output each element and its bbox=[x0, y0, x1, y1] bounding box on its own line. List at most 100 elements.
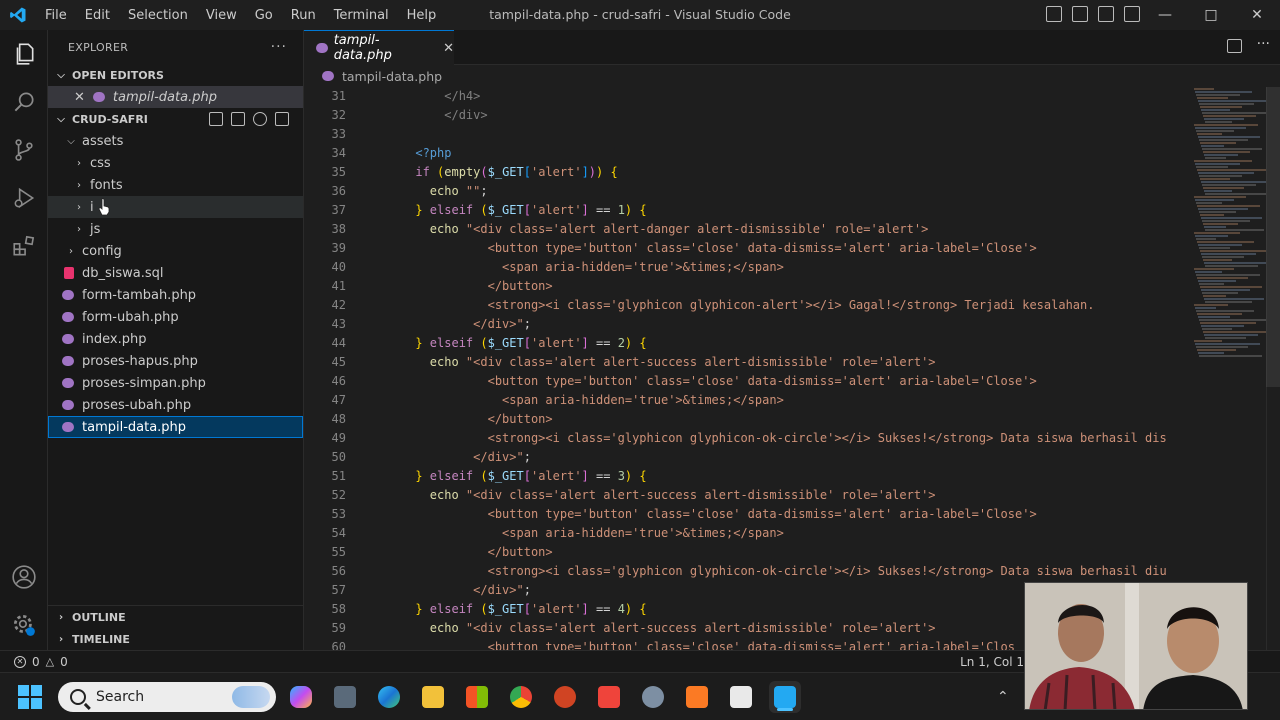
code-line[interactable]: </div> bbox=[372, 106, 1185, 125]
code-line[interactable]: echo "<div class='alert alert-danger ale… bbox=[372, 220, 1185, 239]
close-window-button[interactable]: ✕ bbox=[1234, 0, 1280, 30]
menu-terminal[interactable]: Terminal bbox=[325, 8, 398, 23]
customize-layout-icon[interactable] bbox=[1124, 6, 1140, 22]
code-line[interactable]: } elseif ($_GET['alert'] == 3) { bbox=[372, 467, 1185, 486]
code-line[interactable]: </div>"; bbox=[372, 315, 1185, 334]
split-editor-icon[interactable] bbox=[1227, 39, 1242, 53]
account-icon[interactable] bbox=[0, 553, 48, 601]
code-line[interactable]: <span aria-hidden='true'>&times;</span> bbox=[372, 391, 1185, 410]
powerpoint-icon[interactable] bbox=[549, 681, 581, 713]
collapse-all-icon[interactable] bbox=[275, 112, 289, 126]
run-debug-icon[interactable] bbox=[0, 174, 48, 222]
extensions-icon[interactable] bbox=[0, 222, 48, 270]
menu-help[interactable]: Help bbox=[398, 8, 446, 23]
code-line[interactable]: <button type='button' class='close' data… bbox=[372, 372, 1185, 391]
tree-folder-config[interactable]: › config bbox=[48, 240, 303, 262]
more-actions-icon[interactable]: ··· bbox=[1257, 36, 1270, 52]
tree-file-proses-hapus[interactable]: proses-hapus.php bbox=[48, 350, 303, 372]
notepad-icon[interactable] bbox=[725, 681, 757, 713]
settings-icon[interactable] bbox=[637, 681, 669, 713]
tree-file-tampil-data[interactable]: tampil-data.php bbox=[48, 416, 303, 438]
refresh-icon[interactable] bbox=[253, 112, 267, 126]
menu-file[interactable]: File bbox=[36, 8, 76, 23]
open-editor-item[interactable]: ✕ tampil-data.php bbox=[48, 86, 303, 108]
code-line[interactable]: </button> bbox=[372, 277, 1185, 296]
minimize-button[interactable]: — bbox=[1142, 0, 1188, 30]
problems-indicator[interactable]: ✕ 0 △ 0 bbox=[0, 655, 68, 669]
code-line[interactable]: </h4> bbox=[372, 87, 1185, 106]
code-editor[interactable]: 31 32 33 34 35 36 37 38 39 40 41 42 43 44 45 46 47 48 49 50… bbox=[304, 87, 1280, 650]
code-line[interactable]: <button type='button' class='close' data… bbox=[372, 239, 1185, 258]
new-folder-icon[interactable] bbox=[231, 112, 245, 126]
explorer-icon[interactable] bbox=[0, 30, 48, 78]
tree-file-form-tambah[interactable]: form-tambah.php bbox=[48, 284, 303, 306]
close-tab-icon[interactable]: ✕ bbox=[443, 41, 454, 56]
menu-go[interactable]: Go bbox=[246, 8, 282, 23]
tree-folder-assets[interactable]: ⌵ assets bbox=[48, 130, 303, 152]
open-editors-section[interactable]: ⌵ OPEN EDITORS bbox=[48, 64, 303, 86]
source-control-icon[interactable] bbox=[0, 126, 48, 174]
code-line[interactable]: if (empty($_GET['alert'])) { bbox=[372, 163, 1185, 182]
minimap[interactable] bbox=[1194, 87, 1270, 387]
code-line[interactable]: <?php bbox=[372, 144, 1185, 163]
project-section[interactable]: ⌵ CRUD-SAFRI bbox=[48, 108, 303, 130]
xampp-icon[interactable] bbox=[681, 681, 713, 713]
chrome-icon[interactable] bbox=[505, 681, 537, 713]
code-line[interactable]: <strong><i class='glyphicon glyphicon-al… bbox=[372, 296, 1185, 315]
menu-edit[interactable]: Edit bbox=[76, 8, 119, 23]
tree-folder-js[interactable]: › js bbox=[48, 218, 303, 240]
code-line[interactable]: echo "<div class='alert alert-success al… bbox=[372, 353, 1185, 372]
copilot-icon[interactable] bbox=[285, 681, 317, 713]
code-line[interactable]: <span aria-hidden='true'>&times;</span> bbox=[372, 524, 1185, 543]
code-line[interactable]: </div>"; bbox=[372, 448, 1185, 467]
tree-folder-fonts[interactable]: › fonts bbox=[48, 174, 303, 196]
tree-file-proses-ubah[interactable]: proses-ubah.php bbox=[48, 394, 303, 416]
anydesk-icon[interactable] bbox=[593, 681, 625, 713]
menu-run[interactable]: Run bbox=[282, 8, 325, 23]
taskbar-search[interactable]: Search bbox=[58, 682, 276, 712]
menu-view[interactable]: View bbox=[197, 8, 246, 23]
new-file-icon[interactable] bbox=[209, 112, 223, 126]
code-area[interactable]: </h4> </div> <?php if (empty($_GET['aler… bbox=[372, 87, 1185, 650]
tree-file-db-siswa[interactable]: db_siswa.sql bbox=[48, 262, 303, 284]
tree-file-form-ubah[interactable]: form-ubah.php bbox=[48, 306, 303, 328]
vertical-scrollbar[interactable] bbox=[1266, 87, 1280, 650]
tree-file-proses-simpan[interactable]: proses-simpan.php bbox=[48, 372, 303, 394]
breadcrumb-file[interactable]: tampil-data.php bbox=[342, 69, 442, 84]
windows-start-icon[interactable] bbox=[18, 685, 42, 709]
maximize-button[interactable]: □ bbox=[1188, 0, 1234, 30]
edge-icon[interactable] bbox=[373, 681, 405, 713]
code-line[interactable]: </button> bbox=[372, 410, 1185, 429]
code-line[interactable]: echo "<div class='alert alert-success al… bbox=[372, 486, 1185, 505]
close-icon[interactable]: ✕ bbox=[74, 90, 85, 105]
code-line[interactable] bbox=[372, 125, 1185, 144]
file-explorer-icon[interactable] bbox=[417, 681, 449, 713]
code-line[interactable]: <strong><i class='glyphicon glyphicon-ok… bbox=[372, 429, 1185, 448]
chevron-up-icon[interactable]: ⌃ bbox=[997, 689, 1009, 705]
more-actions-icon[interactable]: ··· bbox=[271, 39, 287, 55]
code-line[interactable]: echo ""; bbox=[372, 182, 1185, 201]
toggle-secondary-sidebar-icon[interactable] bbox=[1098, 6, 1114, 22]
toggle-sidebar-icon[interactable] bbox=[1046, 6, 1062, 22]
cursor-position[interactable]: Ln 1, Col 1 bbox=[960, 651, 1024, 673]
scrollbar-thumb[interactable] bbox=[1266, 87, 1280, 387]
code-line[interactable]: } elseif ($_GET['alert'] == 2) { bbox=[372, 334, 1185, 353]
camera-icon[interactable] bbox=[329, 681, 361, 713]
menu-selection[interactable]: Selection bbox=[119, 8, 197, 23]
tree-folder-css[interactable]: › css bbox=[48, 152, 303, 174]
code-line[interactable]: } elseif ($_GET['alert'] == 1) { bbox=[372, 201, 1185, 220]
code-line[interactable]: </button> bbox=[372, 543, 1185, 562]
tree-folder-img[interactable]: › i bbox=[48, 196, 303, 218]
toggle-panel-icon[interactable] bbox=[1072, 6, 1088, 22]
code-line[interactable]: <button type='button' class='close' data… bbox=[372, 505, 1185, 524]
tab-tampil-data[interactable]: tampil-data.php ✕ bbox=[304, 30, 454, 65]
store-icon[interactable] bbox=[461, 681, 493, 713]
vscode-icon[interactable] bbox=[769, 681, 801, 713]
manage-gear-icon[interactable] bbox=[0, 601, 48, 649]
code-line[interactable]: <span aria-hidden='true'>&times;</span> bbox=[372, 258, 1185, 277]
code-line[interactable]: <strong><i class='glyphicon glyphicon-ok… bbox=[372, 562, 1185, 581]
outline-section[interactable]: › OUTLINE bbox=[48, 606, 304, 628]
timeline-section[interactable]: › TIMELINE bbox=[48, 628, 304, 650]
tree-file-index[interactable]: index.php bbox=[48, 328, 303, 350]
search-icon[interactable] bbox=[0, 78, 48, 126]
